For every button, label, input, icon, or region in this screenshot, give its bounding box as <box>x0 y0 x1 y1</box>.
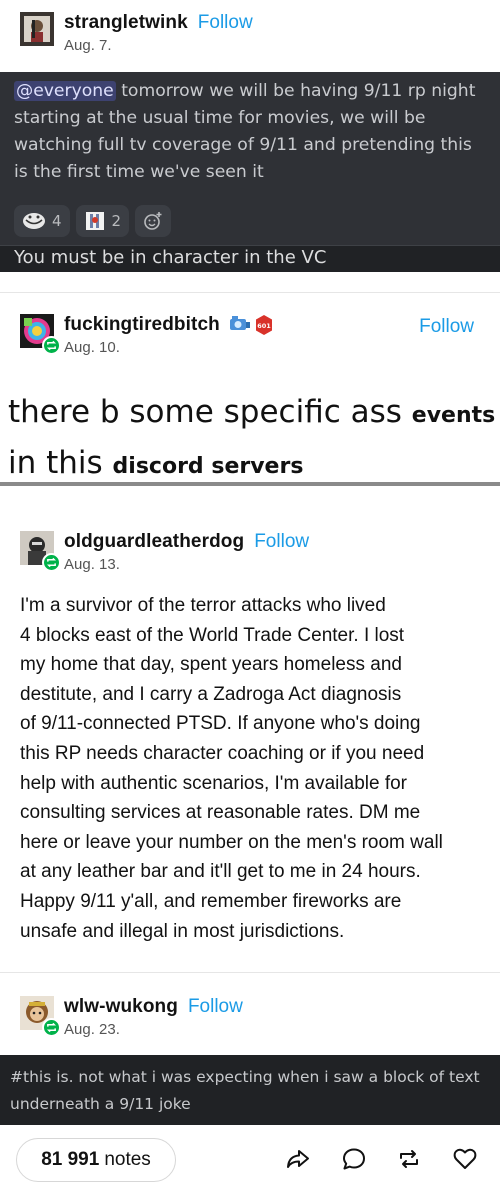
reblog-badge <box>42 1018 61 1037</box>
reblog-small-icon <box>46 340 57 351</box>
notes-button[interactable]: 81 991 notes <box>16 1138 176 1182</box>
reply-icon[interactable] <box>341 1146 367 1172</box>
body-line: at any leather bar and it'll get to me i… <box>20 861 421 883</box>
body-line: consulting services at reasonable rates.… <box>20 802 421 824</box>
reblog-small-icon <box>46 557 57 568</box>
add-reaction-icon <box>144 212 162 230</box>
username[interactable]: fuckingtiredbitch <box>64 314 220 336</box>
avatar[interactable] <box>20 12 54 46</box>
body-line: unsafe and illegal in most jurisdictions… <box>20 920 345 942</box>
username[interactable]: oldguardleatherdog <box>64 531 244 553</box>
like-icon[interactable] <box>452 1146 478 1172</box>
divider <box>0 972 500 973</box>
image-bottom-border <box>0 482 500 486</box>
hexagon-badge-icon: 601 <box>255 315 272 335</box>
image-text-line: there b some specific ass events <box>8 394 495 430</box>
username[interactable]: strangletwink <box>64 12 188 34</box>
share-icon[interactable] <box>285 1146 311 1172</box>
avatar[interactable] <box>20 531 61 572</box>
post-header-fuckingtiredbitch: fuckingtiredbitch 601 Aug. 10. Follow <box>20 314 480 356</box>
notes-count: 81 991 <box>41 1149 100 1170</box>
avatar[interactable] <box>20 314 61 355</box>
reaction-troll: 4 <box>14 205 70 237</box>
message-line: is the first time we've seen it <box>14 162 264 182</box>
discord-screenshot: @everyone tomorrow we will be having 9/1… <box>0 72 500 272</box>
discord-footer: You must be in character in the VC <box>0 245 500 272</box>
reaction-towers: 2 <box>75 205 130 237</box>
tag-line: #this is. not what i was expecting when … <box>10 1068 480 1086</box>
add-reaction-button <box>135 205 172 237</box>
image-text-small: discord servers <box>112 454 304 479</box>
camera-badge-icon <box>229 316 250 330</box>
divider <box>0 292 500 293</box>
follow-button[interactable]: Follow <box>198 12 253 34</box>
badge-number: 601 <box>257 322 271 330</box>
twin-towers-emoji-icon <box>85 212 104 230</box>
image-text-small: events <box>411 403 496 428</box>
troll-face-emoji-icon <box>23 213 45 229</box>
post-date: Aug. 10. <box>64 339 120 356</box>
image-text-line: in this discord servers <box>8 445 303 481</box>
message-line: tomorrow we will be having 9/11 rp night <box>115 81 476 101</box>
body-line: here or leave your number on the men's r… <box>20 831 443 853</box>
follow-button[interactable]: Follow <box>254 531 309 553</box>
message-line: starting at the usual time for movies, w… <box>14 108 426 128</box>
body-line: help with authentic scenarios, I'm avail… <box>20 772 407 794</box>
avatar[interactable] <box>20 996 61 1037</box>
body-line: I'm a survivor of the terror attacks who… <box>20 595 386 616</box>
reblog-icon[interactable] <box>396 1146 422 1172</box>
reblog-badge <box>42 336 61 355</box>
body-line: of 9/11-connected PTSD. If anyone who's … <box>20 713 421 735</box>
reblog-small-icon <box>46 1022 57 1033</box>
body-line: destitute, and I carry a Zadroga Act dia… <box>20 683 402 705</box>
message-line: watching full tv coverage of 9/11 and pr… <box>14 135 472 155</box>
reaction-count: 2 <box>111 212 122 230</box>
body-line: this RP needs character coaching or if y… <box>20 742 425 764</box>
body-line: my home that day, spent years homeless a… <box>20 654 402 676</box>
body-line: 4 blocks east of the World Trade Center.… <box>20 624 405 646</box>
discord-footer-text: You must be in character in the VC <box>14 247 327 268</box>
post-header-oldguardleatherdog: oldguardleatherdog Follow Aug. 13. <box>20 531 309 573</box>
body-line: Happy 9/11 y'all, and remember fireworks… <box>20 890 402 912</box>
reaction-count: 4 <box>52 212 62 230</box>
username[interactable]: wlw-wukong <box>64 996 178 1018</box>
everyone-mention: @everyone <box>14 81 116 101</box>
post-header-strangletwink: strangletwink Follow Aug. 7. <box>20 12 253 54</box>
notes-label: notes <box>104 1149 151 1170</box>
reactions: 4 2 <box>14 205 177 237</box>
image-text-large: in this <box>8 445 113 481</box>
tags-screenshot: #this is. not what i was expecting when … <box>0 1055 500 1125</box>
reblog-badge <box>42 553 61 572</box>
post-header-wlw-wukong: wlw-wukong Follow Aug. 23. <box>20 996 243 1038</box>
follow-button[interactable]: Follow <box>188 996 243 1018</box>
post-date: Aug. 7. <box>64 37 112 54</box>
follow-button[interactable]: Follow <box>419 316 474 338</box>
post-footer: 81 991 notes <box>0 1130 500 1190</box>
discord-message: @everyone tomorrow we will be having 9/1… <box>14 78 490 186</box>
tag-line: underneath a 9/11 joke <box>10 1095 191 1113</box>
post-date: Aug. 23. <box>64 1021 120 1038</box>
post-date: Aug. 13. <box>64 556 120 573</box>
post-body: I'm a survivor of the terror attacks who… <box>20 591 490 946</box>
image-text-large: there b some specific ass <box>8 394 412 430</box>
avatar-image-icon <box>20 12 54 46</box>
